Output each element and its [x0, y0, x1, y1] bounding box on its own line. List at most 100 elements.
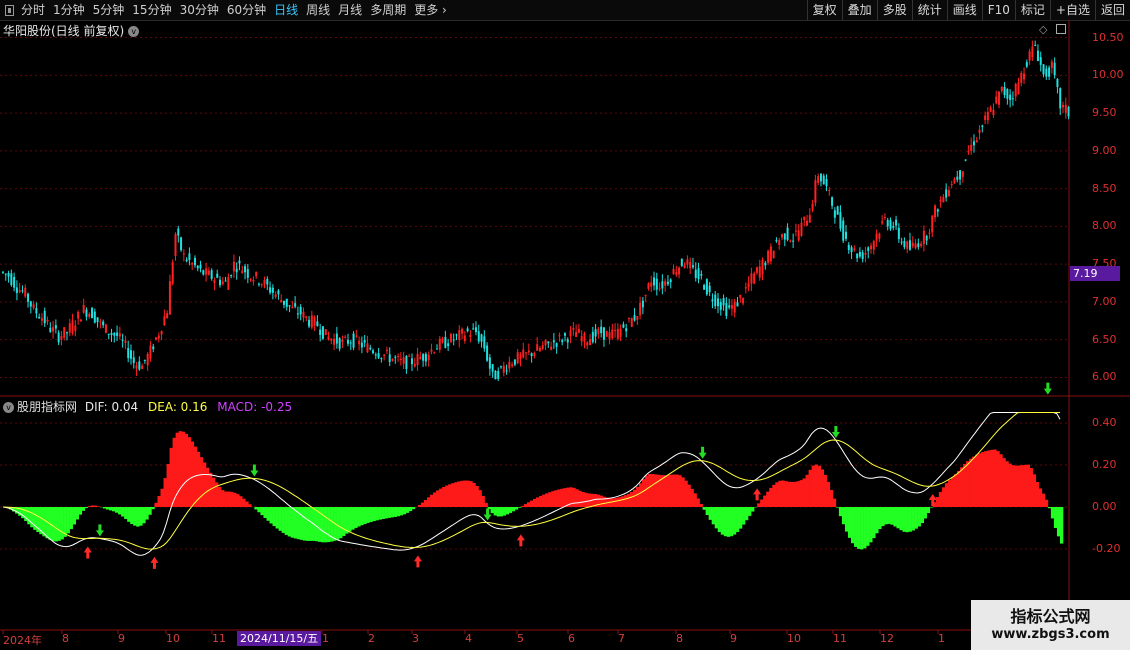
candle-body [819, 173, 822, 182]
macd-bar [929, 507, 934, 508]
macd-bar [617, 497, 622, 507]
date-tick: 12 [880, 632, 894, 645]
candle-body [232, 261, 235, 272]
candle-body [85, 309, 88, 317]
candle-body [883, 216, 886, 218]
macd-bar [990, 449, 994, 507]
candle-body [739, 294, 742, 298]
macd-bar [793, 481, 797, 507]
candle-body [285, 298, 288, 307]
macd-bar [342, 507, 346, 537]
dif-line [2, 412, 1061, 556]
macd-bar [642, 479, 646, 507]
macd-bar [663, 475, 667, 507]
macd-bar [121, 507, 125, 517]
macd-bar [130, 507, 134, 525]
sell-arrow-icon [1043, 382, 1052, 395]
macd-bar [324, 507, 328, 543]
macd-bar [693, 493, 697, 507]
candle-body [491, 364, 494, 372]
candle-body [397, 356, 400, 358]
macd-bar [935, 497, 940, 507]
macd-bar [623, 495, 628, 507]
candle-body [155, 337, 158, 340]
candle-body [959, 170, 962, 180]
macd-bar [632, 489, 637, 507]
candle-body [661, 281, 664, 289]
macd-bar [787, 481, 791, 507]
macd-bar [430, 494, 434, 507]
macd-bar [484, 503, 488, 507]
candle-body [602, 327, 605, 340]
macd-bar [1047, 507, 1052, 509]
candle-body [511, 364, 514, 366]
candle-body [594, 329, 597, 337]
candle-body [931, 215, 934, 233]
candle-body [992, 109, 995, 116]
kline-chart[interactable] [0, 0, 1130, 650]
candle-body [794, 230, 797, 232]
candle-body [920, 243, 923, 247]
macd-bar [469, 481, 473, 507]
candle-body [1036, 50, 1039, 61]
candle-body [193, 257, 196, 266]
macd-bar [814, 464, 818, 507]
macd-bar [751, 507, 755, 512]
buy-arrow-icon [516, 534, 525, 547]
macd-bar [760, 499, 764, 507]
candle-body [689, 261, 692, 269]
candle-body [46, 319, 49, 322]
macd-bar [978, 453, 982, 507]
macd-bar [263, 507, 267, 518]
macd-bar [287, 507, 292, 537]
candle-body [722, 298, 725, 306]
macd-bar [875, 507, 879, 534]
candle-body [227, 276, 230, 290]
candle-body [1017, 82, 1020, 95]
macd-bar [1056, 507, 1061, 537]
macd-bar [221, 490, 225, 507]
macd-bar [1032, 474, 1037, 507]
macd-bar [529, 500, 534, 507]
candle-body [196, 265, 199, 269]
macd-bar [823, 474, 828, 507]
macd-bar [1023, 464, 1027, 507]
candle-body [797, 230, 800, 241]
candle-body [956, 176, 959, 180]
macd-bar [575, 489, 579, 507]
candle-body [166, 313, 169, 319]
candle-body [338, 338, 341, 349]
macd-bar [726, 507, 731, 537]
candle-body [964, 159, 967, 161]
candle-body [82, 304, 85, 313]
candle-body [57, 332, 60, 343]
candle-body [747, 283, 750, 288]
macd-bar [399, 507, 404, 516]
candle-body [185, 259, 188, 262]
macd-bar [442, 486, 446, 507]
candle-body [708, 285, 711, 293]
candle-body [221, 281, 224, 285]
macd-bar [999, 454, 1003, 507]
candle-body [580, 336, 583, 342]
macd-bar [148, 507, 152, 515]
candle-body [68, 323, 71, 333]
date-tick: 3 [412, 632, 419, 645]
indicator-tick: -0.20 [1092, 542, 1121, 555]
macd-bar [87, 506, 92, 507]
cursor-date-badge: 2024/11/15/五 [237, 631, 322, 646]
macd-bar [375, 507, 379, 521]
date-tick: 7 [618, 632, 625, 645]
macd-bar [439, 488, 443, 507]
candle-body [836, 206, 839, 215]
candle-body [508, 361, 511, 369]
macd-bar [57, 507, 61, 541]
candle-body [792, 240, 795, 242]
macd-bar [299, 507, 304, 540]
candle-body [163, 316, 166, 326]
candle-body [694, 269, 697, 278]
macd-bar [190, 441, 195, 507]
candle-body [1045, 68, 1048, 77]
macd-bar [745, 507, 749, 521]
candle-body [199, 264, 202, 269]
